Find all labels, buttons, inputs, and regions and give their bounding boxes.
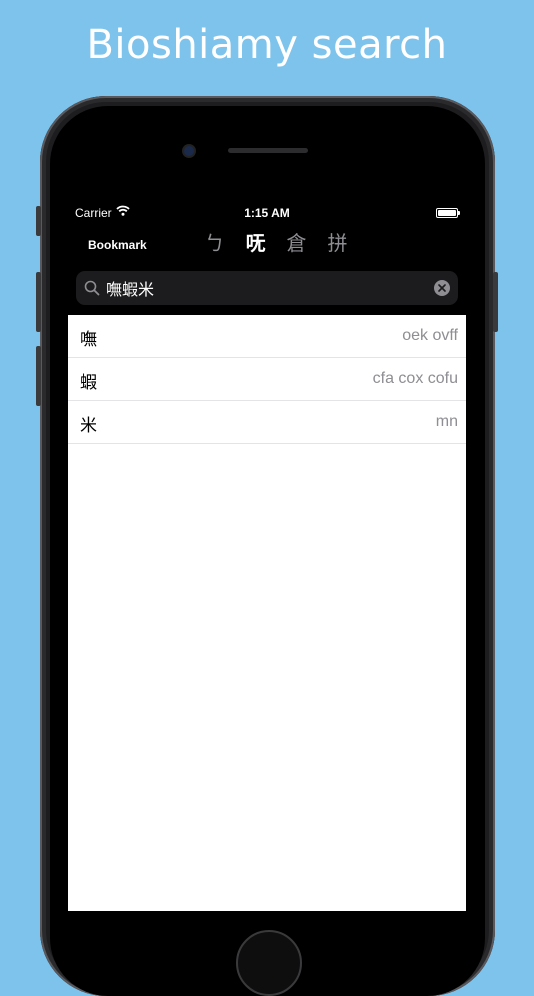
search-field [76,271,458,305]
result-row[interactable]: 嘸 oek ovff [68,315,466,358]
volume-down-button [36,346,41,406]
bookmark-button[interactable]: Bookmark [88,238,147,252]
result-char: 蝦 [80,373,97,393]
home-button[interactable] [236,930,302,996]
search-icon [84,280,100,301]
segment-pinyin[interactable]: 拼 [317,229,358,257]
result-code: cfa cox cofu [372,370,458,387]
result-list: 嘸 oek ovff 蝦 cfa cox cofu 米 mn [68,315,466,911]
result-char: 米 [80,416,97,436]
volume-up-button [36,272,41,332]
battery-icon [436,208,460,218]
result-code: mn [435,413,458,430]
status-time: 1:15 AM [244,206,290,220]
power-button [493,272,498,332]
status-bar: Carrier 1:15 AM [68,201,466,223]
promo-title: Bioshiamy search [86,22,448,68]
result-row[interactable]: 米 mn [68,401,466,444]
clear-search-icon[interactable] [434,280,450,296]
segment-cangjie[interactable]: 倉 [276,229,317,257]
segment-bopomofo[interactable]: ㄅ [194,229,235,257]
input-method-segments: ㄅ 呒 倉 拼 [194,229,358,257]
result-row[interactable]: 蝦 cfa cox cofu [68,358,466,401]
mute-switch [36,206,41,236]
search-bar [76,271,458,305]
search-input[interactable] [106,271,426,305]
nav-bar: Bookmark ㄅ 呒 倉 拼 [68,223,466,265]
segment-boshiamy[interactable]: 呒 [235,229,276,257]
camera-icon [184,146,194,156]
speaker-grille [228,148,308,153]
app-screen: Carrier 1:15 AM Bookmark ㄅ 呒 倉 拼 嘸蝦米 嘸 o… [68,201,466,911]
result-char: 嘸 [80,330,97,350]
result-code: oek ovff [402,327,458,344]
